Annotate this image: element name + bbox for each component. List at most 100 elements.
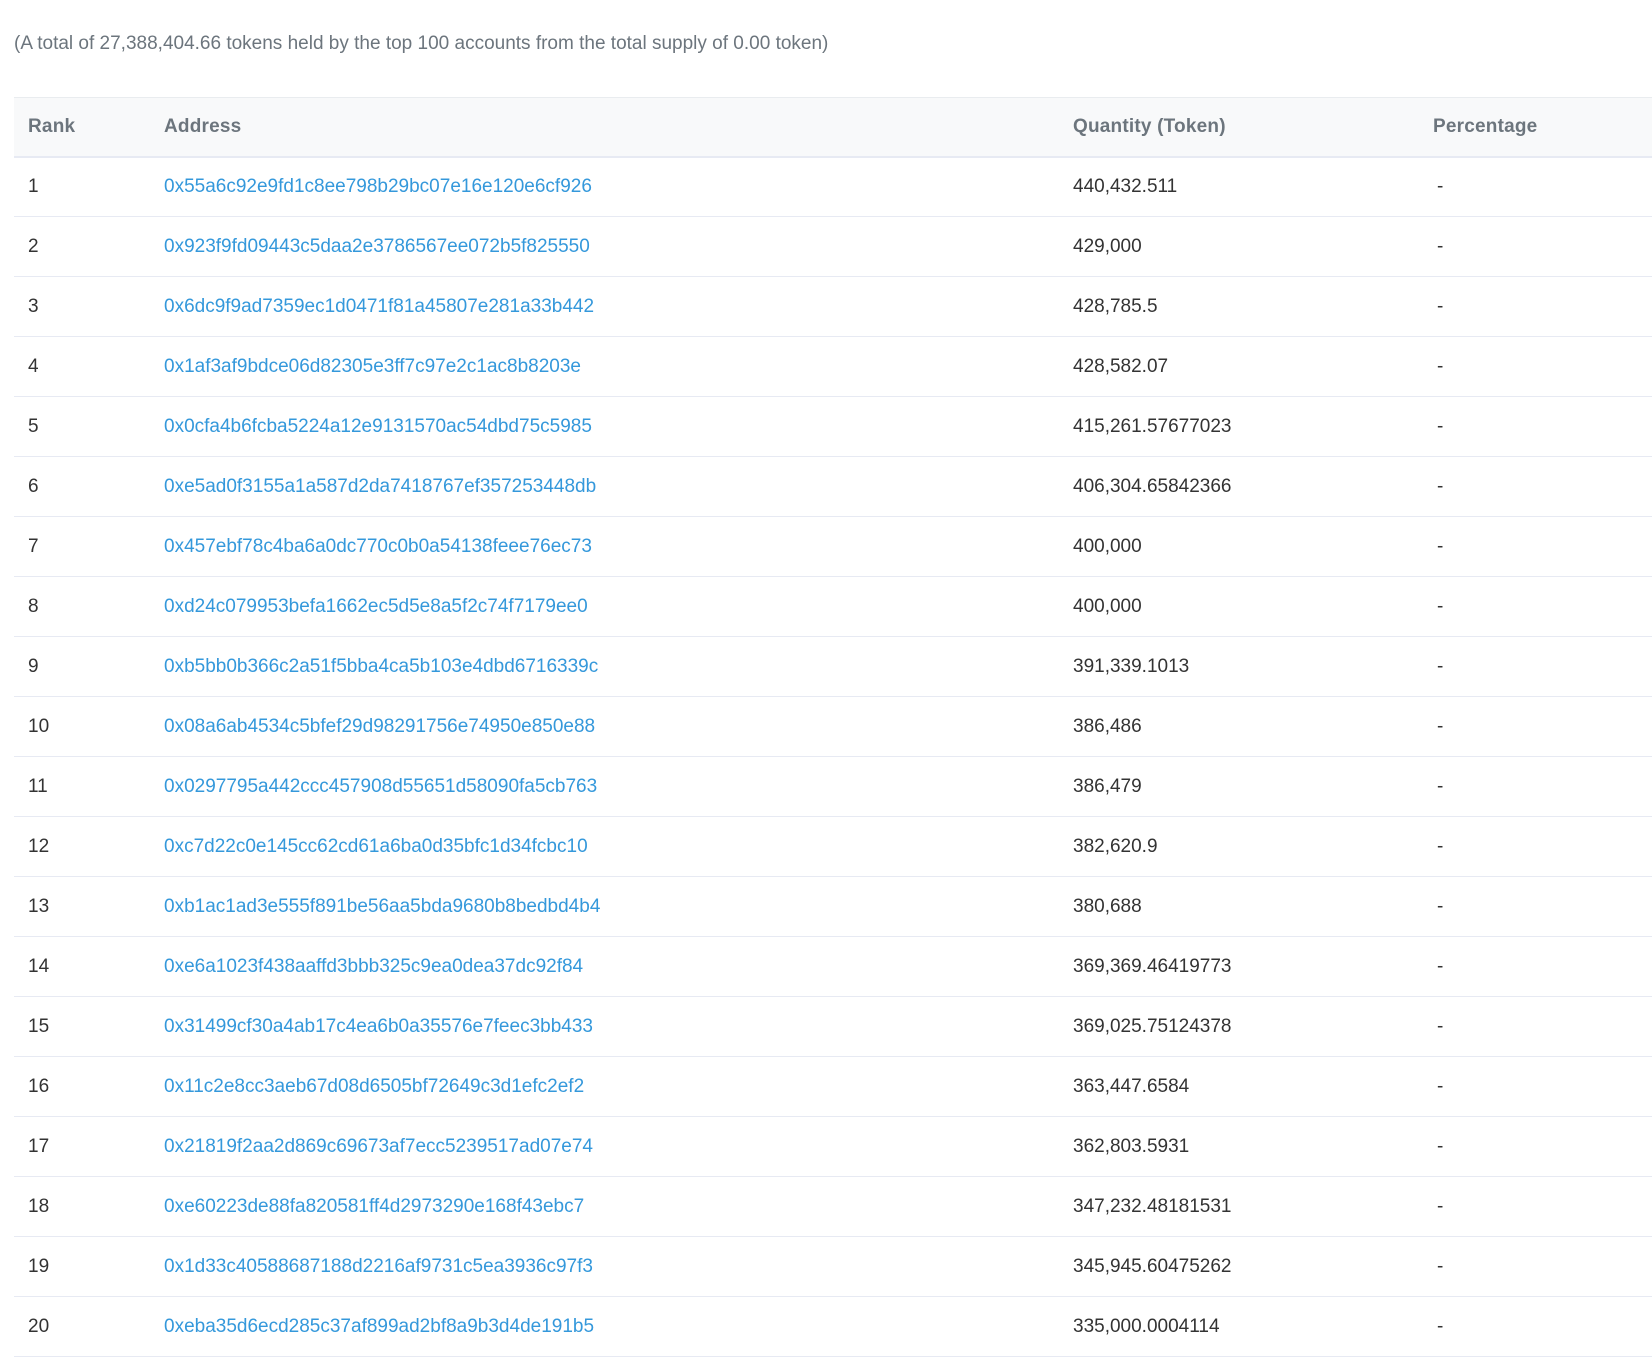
rank-cell: 12 bbox=[14, 816, 150, 877]
quantity-cell: 415,261.57677023 bbox=[1059, 396, 1419, 457]
holder-address-link[interactable]: 0xeba35d6ecd285c37af899ad2bf8a9b3d4de191… bbox=[164, 1316, 594, 1337]
holder-address-link[interactable]: 0xb5bb0b366c2a51f5bba4ca5b103e4dbd671633… bbox=[164, 656, 598, 677]
table-header-row: Rank Address Quantity (Token) Percentage bbox=[14, 97, 1652, 158]
table-row: 9 0xb5bb0b366c2a51f5bba4ca5b103e4dbd67163… bbox=[14, 636, 1652, 697]
rank-column-header: Rank bbox=[14, 97, 150, 158]
address-cell: 0xb1ac1ad3e555f891be56aa5bda9680b8bedbd4… bbox=[150, 876, 1059, 937]
table-row: 7 0x457ebf78c4ba6a0dc770c0b0a54138feee76e… bbox=[14, 516, 1652, 577]
quantity-cell: 400,000 bbox=[1059, 576, 1419, 637]
quantity-cell: 391,339.1013 bbox=[1059, 636, 1419, 697]
address-cell: 0xe5ad0f3155a1a587d2da7418767ef357253448… bbox=[150, 456, 1059, 517]
table-row: 1 0x55a6c92e9fd1c8ee798b29bc07e16e120e6cf… bbox=[14, 156, 1652, 217]
percentage-cell: - bbox=[1419, 156, 1652, 217]
address-cell: 0x0297795a442ccc457908d55651d58090fa5cb7… bbox=[150, 756, 1059, 817]
holder-address-link[interactable]: 0x55a6c92e9fd1c8ee798b29bc07e16e120e6cf9… bbox=[164, 176, 592, 197]
holder-address-link[interactable]: 0x0cfa4b6fcba5224a12e9131570ac54dbd75c59… bbox=[164, 416, 592, 437]
holder-address-link[interactable]: 0x31499cf30a4ab17c4ea6b0a35576e7feec3bb4… bbox=[164, 1016, 593, 1037]
holders-summary-text: (A total of 27,388,404.66 tokens held by… bbox=[14, 33, 829, 54]
quantity-cell: 369,369.46419773 bbox=[1059, 936, 1419, 997]
address-cell: 0xeba35d6ecd285c37af899ad2bf8a9b3d4de191… bbox=[150, 1296, 1059, 1357]
address-cell: 0xc7d22c0e145cc62cd61a6ba0d35bfc1d34fcbc… bbox=[150, 816, 1059, 877]
percentage-cell: - bbox=[1419, 1116, 1652, 1177]
quantity-cell: 345,945.60475262 bbox=[1059, 1236, 1419, 1297]
rank-cell: 4 bbox=[14, 336, 150, 397]
address-cell: 0xe6a1023f438aaffd3bbb325c9ea0dea37dc92f… bbox=[150, 936, 1059, 997]
address-cell: 0x457ebf78c4ba6a0dc770c0b0a54138feee76ec… bbox=[150, 516, 1059, 577]
quantity-cell: 369,025.75124378 bbox=[1059, 996, 1419, 1057]
quantity-cell: 386,479 bbox=[1059, 756, 1419, 817]
holder-address-link[interactable]: 0x923f9fd09443c5daa2e3786567ee072b5f8255… bbox=[164, 236, 590, 257]
holder-address-link[interactable]: 0x08a6ab4534c5bfef29d98291756e74950e850e… bbox=[164, 716, 595, 737]
percentage-cell: - bbox=[1419, 696, 1652, 757]
rank-cell: 7 bbox=[14, 516, 150, 577]
quantity-cell: 400,000 bbox=[1059, 516, 1419, 577]
quantity-cell: 363,447.6584 bbox=[1059, 1056, 1419, 1117]
address-cell: 0x0cfa4b6fcba5224a12e9131570ac54dbd75c59… bbox=[150, 396, 1059, 457]
holder-address-link[interactable]: 0xc7d22c0e145cc62cd61a6ba0d35bfc1d34fcbc… bbox=[164, 836, 588, 857]
address-column-header: Address bbox=[150, 97, 1059, 158]
holder-address-link[interactable]: 0x6dc9f9ad7359ec1d0471f81a45807e281a33b4… bbox=[164, 296, 594, 317]
rank-cell: 10 bbox=[14, 696, 150, 757]
percentage-cell: - bbox=[1419, 216, 1652, 277]
address-cell: 0xd24c079953befa1662ec5d5e8a5f2c74f7179e… bbox=[150, 576, 1059, 637]
holder-address-link[interactable]: 0xe6a1023f438aaffd3bbb325c9ea0dea37dc92f… bbox=[164, 956, 583, 977]
percentage-cell: - bbox=[1419, 756, 1652, 817]
rank-cell: 18 bbox=[14, 1176, 150, 1237]
percentage-cell: - bbox=[1419, 576, 1652, 637]
percentage-cell: - bbox=[1419, 996, 1652, 1057]
quantity-cell: 440,432.511 bbox=[1059, 156, 1419, 217]
table-row: 19 0x1d33c40588687188d2216af9731c5ea3936c… bbox=[14, 1236, 1652, 1297]
table-row: 16 0x11c2e8cc3aeb67d08d6505bf72649c3d1efc… bbox=[14, 1056, 1652, 1117]
rank-cell: 5 bbox=[14, 396, 150, 457]
token-holders-table: Rank Address Quantity (Token) Percentage… bbox=[14, 97, 1652, 1357]
quantity-cell: 335,000.0004114 bbox=[1059, 1296, 1419, 1357]
percentage-cell: - bbox=[1419, 1056, 1652, 1117]
holder-address-link[interactable]: 0x1af3af9bdce06d82305e3ff7c97e2c1ac8b820… bbox=[164, 356, 581, 377]
percentage-cell: - bbox=[1419, 876, 1652, 937]
address-cell: 0x1d33c40588687188d2216af9731c5ea3936c97… bbox=[150, 1236, 1059, 1297]
address-cell: 0x923f9fd09443c5daa2e3786567ee072b5f8255… bbox=[150, 216, 1059, 277]
table-row: 11 0x0297795a442ccc457908d55651d58090fa5c… bbox=[14, 756, 1652, 817]
address-cell: 0x31499cf30a4ab17c4ea6b0a35576e7feec3bb4… bbox=[150, 996, 1059, 1057]
address-cell: 0xb5bb0b366c2a51f5bba4ca5b103e4dbd671633… bbox=[150, 636, 1059, 697]
table-row: 14 0xe6a1023f438aaffd3bbb325c9ea0dea37dc9… bbox=[14, 936, 1652, 997]
percentage-cell: - bbox=[1419, 276, 1652, 337]
address-cell: 0x1af3af9bdce06d82305e3ff7c97e2c1ac8b820… bbox=[150, 336, 1059, 397]
percentage-cell: - bbox=[1419, 1236, 1652, 1297]
rank-cell: 20 bbox=[14, 1296, 150, 1357]
percentage-cell: - bbox=[1419, 396, 1652, 457]
quantity-cell: 347,232.48181531 bbox=[1059, 1176, 1419, 1237]
address-cell: 0x6dc9f9ad7359ec1d0471f81a45807e281a33b4… bbox=[150, 276, 1059, 337]
rank-cell: 13 bbox=[14, 876, 150, 937]
table-row: 17 0x21819f2aa2d869c69673af7ecc5239517ad0… bbox=[14, 1116, 1652, 1177]
holder-address-link[interactable]: 0x1d33c40588687188d2216af9731c5ea3936c97… bbox=[164, 1256, 593, 1277]
percentage-column-header: Percentage bbox=[1419, 97, 1652, 158]
table-body: 1 0x55a6c92e9fd1c8ee798b29bc07e16e120e6cf… bbox=[14, 156, 1652, 1357]
rank-cell: 6 bbox=[14, 456, 150, 517]
percentage-cell: - bbox=[1419, 636, 1652, 697]
address-cell: 0x55a6c92e9fd1c8ee798b29bc07e16e120e6cf9… bbox=[150, 156, 1059, 217]
percentage-cell: - bbox=[1419, 1176, 1652, 1237]
address-cell: 0x08a6ab4534c5bfef29d98291756e74950e850e… bbox=[150, 696, 1059, 757]
table-row: 20 0xeba35d6ecd285c37af899ad2bf8a9b3d4de1… bbox=[14, 1296, 1652, 1357]
holder-address-link[interactable]: 0x21819f2aa2d869c69673af7ecc5239517ad07e… bbox=[164, 1136, 593, 1157]
holder-address-link[interactable]: 0x11c2e8cc3aeb67d08d6505bf72649c3d1efc2e… bbox=[164, 1076, 584, 1097]
holder-address-link[interactable]: 0x0297795a442ccc457908d55651d58090fa5cb7… bbox=[164, 776, 597, 797]
table-row: 5 0x0cfa4b6fcba5224a12e9131570ac54dbd75c5… bbox=[14, 396, 1652, 457]
quantity-cell: 362,803.5931 bbox=[1059, 1116, 1419, 1177]
rank-cell: 8 bbox=[14, 576, 150, 637]
holder-address-link[interactable]: 0x457ebf78c4ba6a0dc770c0b0a54138feee76ec… bbox=[164, 536, 592, 557]
rank-cell: 1 bbox=[14, 156, 150, 217]
holder-address-link[interactable]: 0xe60223de88fa820581ff4d2973290e168f43eb… bbox=[164, 1196, 584, 1217]
percentage-cell: - bbox=[1419, 336, 1652, 397]
table-row: 18 0xe60223de88fa820581ff4d2973290e168f43… bbox=[14, 1176, 1652, 1237]
holder-address-link[interactable]: 0xe5ad0f3155a1a587d2da7418767ef357253448… bbox=[164, 476, 596, 497]
table-row: 6 0xe5ad0f3155a1a587d2da7418767ef35725344… bbox=[14, 456, 1652, 517]
table-row: 12 0xc7d22c0e145cc62cd61a6ba0d35bfc1d34fc… bbox=[14, 816, 1652, 877]
rank-cell: 19 bbox=[14, 1236, 150, 1297]
table-row: 2 0x923f9fd09443c5daa2e3786567ee072b5f825… bbox=[14, 216, 1652, 277]
quantity-cell: 382,620.9 bbox=[1059, 816, 1419, 877]
holder-address-link[interactable]: 0xb1ac1ad3e555f891be56aa5bda9680b8bedbd4… bbox=[164, 896, 600, 917]
rank-cell: 17 bbox=[14, 1116, 150, 1177]
holder-address-link[interactable]: 0xd24c079953befa1662ec5d5e8a5f2c74f7179e… bbox=[164, 596, 588, 617]
